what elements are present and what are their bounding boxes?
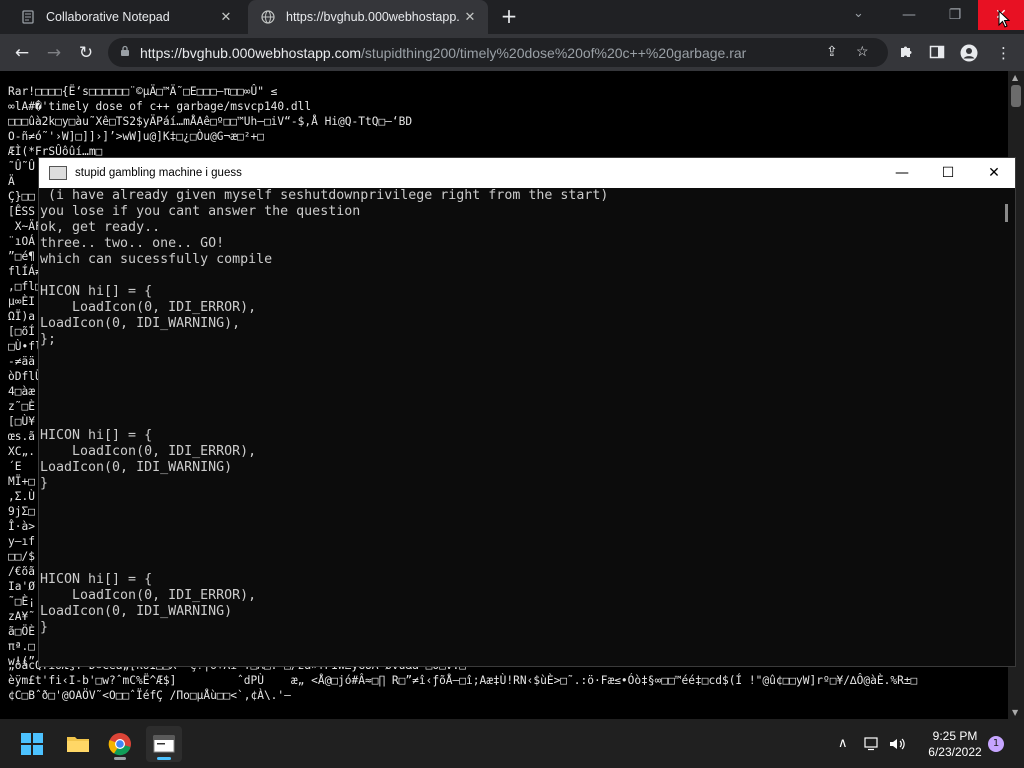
taskbar-file-explorer[interactable]: [60, 726, 96, 762]
notification-badge[interactable]: 1: [988, 736, 1004, 752]
lock-icon[interactable]: [120, 45, 130, 60]
console-app-icon: [49, 166, 67, 180]
console-scrollbar[interactable]: [999, 188, 1015, 666]
console-minimize-button[interactable]: —: [879, 158, 925, 188]
running-indicator: [114, 757, 126, 760]
address-bar[interactable]: https://bvghub.000webhostapp.com/stupidt…: [108, 38, 888, 67]
console-scrollbar-thumb[interactable]: [1005, 204, 1008, 222]
browser-toolbar: ← → ↻ https://bvghub.000webhostapp.com/s…: [0, 34, 1024, 71]
active-indicator: [157, 757, 171, 760]
mouse-cursor-icon: [998, 10, 1010, 28]
clock-date: 6/23/2022: [928, 745, 982, 759]
console-close-button[interactable]: ✕: [971, 158, 1017, 188]
tab-title: Collaborative Notepad: [46, 10, 170, 24]
system-clock[interactable]: 9:25 PM 6/23/2022: [916, 728, 994, 760]
volume-icon[interactable]: [889, 719, 907, 768]
new-tab-button[interactable]: +: [498, 6, 520, 28]
bookmark-star-icon[interactable]: ☆: [856, 43, 869, 60]
start-button[interactable]: [14, 726, 50, 762]
close-icon[interactable]: ✕: [460, 9, 480, 25]
clock-time: 9:25 PM: [932, 729, 978, 743]
network-icon[interactable]: [864, 719, 880, 768]
console-text: (i have already given myself seshutdownp…: [40, 188, 609, 635]
tab-active-url[interactable]: https://bvghub.000webhostapp.c ✕: [248, 0, 488, 34]
console-output[interactable]: (i have already given myself seshutdownp…: [39, 188, 999, 666]
profile-avatar-icon[interactable]: [960, 44, 978, 66]
forward-arrow-icon[interactable]: →: [40, 39, 68, 67]
tab-collaborative-notepad[interactable]: Collaborative Notepad ✕: [8, 0, 244, 34]
url-path: /stupidthing200/timely%20dose%20of%20c++…: [361, 44, 747, 61]
share-icon[interactable]: ⇪: [826, 43, 838, 60]
windows-logo-icon: [21, 733, 43, 755]
scroll-up-arrow-icon[interactable]: ▲: [1012, 73, 1018, 82]
extensions-puzzle-icon[interactable]: [898, 44, 914, 64]
browser-tab-strip: Collaborative Notepad ✕ https://bvghub.0…: [0, 0, 1024, 34]
globe-icon: [260, 9, 276, 25]
taskbar-console[interactable]: [146, 726, 182, 762]
url-host: https://bvghub.000webhostapp.com: [140, 44, 362, 61]
taskbar-chrome[interactable]: [102, 726, 138, 762]
console-titlebar[interactable]: stupid gambling machine i guess — ☐ ✕: [39, 158, 1015, 188]
console-window: stupid gambling machine i guess — ☐ ✕ (i…: [38, 157, 1016, 667]
console-title: stupid gambling machine i guess: [75, 167, 242, 179]
taskbar: ∧ 9:25 PM 6/23/2022: [0, 719, 1024, 768]
close-icon[interactable]: ✕: [216, 9, 236, 25]
reload-icon[interactable]: ↻: [72, 39, 100, 67]
chevron-down-icon[interactable]: ⌄: [853, 6, 864, 21]
minimize-button[interactable]: —: [886, 0, 932, 30]
notepad-icon: [20, 9, 36, 25]
folder-icon: [67, 737, 89, 752]
side-panel-icon[interactable]: [929, 44, 945, 64]
restore-button[interactable]: ❐: [932, 0, 978, 30]
scrollbar-thumb[interactable]: [1011, 85, 1021, 107]
raw-text-left: ˜Û˜Û Ä Ç}□□ [ÊSS X~ÄF ¨ıOÁ ”□é¶ flÍÁ≠ ,□…: [8, 160, 42, 668]
console-maximize-button[interactable]: ☐: [925, 158, 971, 188]
chrome-icon: [108, 733, 131, 756]
kebab-menu-icon[interactable]: ⋮: [996, 44, 1011, 62]
tray-chevron-up-icon[interactable]: ∧: [838, 719, 848, 768]
tab-title: https://bvghub.000webhostapp.c: [286, 10, 460, 24]
console-icon: [153, 735, 175, 753]
scroll-down-arrow-icon[interactable]: ▼: [1012, 708, 1018, 717]
back-arrow-icon[interactable]: ←: [8, 39, 36, 67]
raw-text-top: Rar!□□□□{Ë‘s□□□□□□¨©µÄ□™Ä˜□E□□□–π□□∞Û" ≤…: [8, 85, 413, 158]
